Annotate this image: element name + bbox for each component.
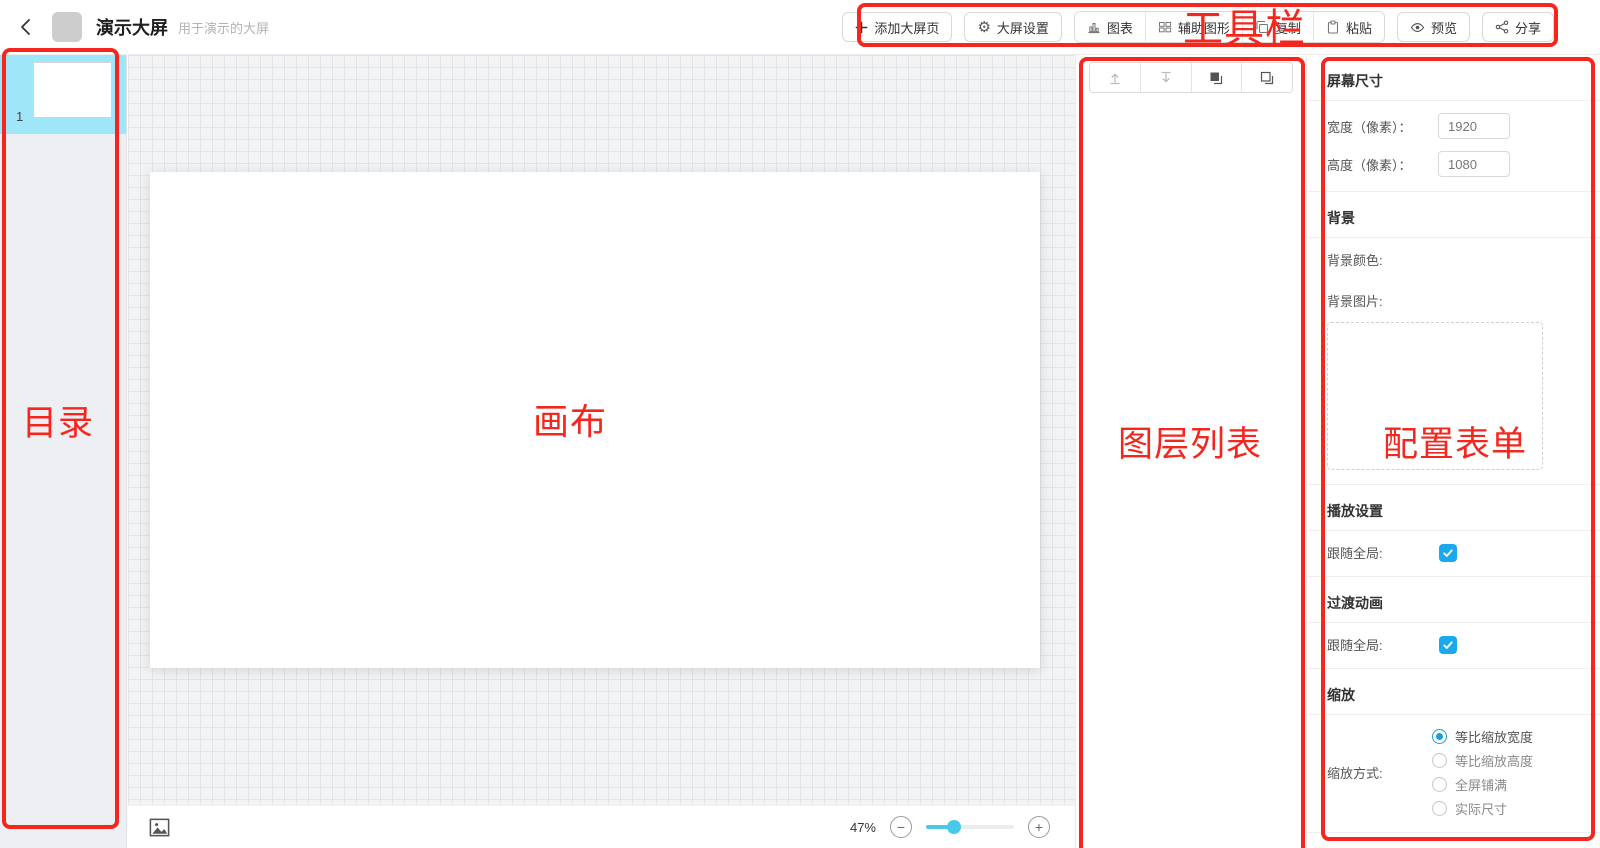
page-list-item-selected[interactable]: 1 [0,55,126,134]
add-page-button[interactable]: 添加大屏页 [842,12,952,42]
section-screen-size: 屏幕尺寸 宽度（像素）： 高度（像素）： [1307,55,1600,192]
move-to-top-icon [1107,70,1123,86]
layer-list-panel [1075,55,1307,848]
section-transition: 过渡动画 跟随全局: [1307,577,1600,669]
back-arrow-icon [16,17,36,37]
play-follow-global-label: 跟随全局: [1327,543,1432,562]
radio-icon [1432,753,1447,768]
plus-icon [855,21,868,34]
canvas-workspace[interactable] [128,55,1075,805]
zoom-percent: 47% [850,820,876,835]
background-image-upload-area[interactable] [1327,322,1543,470]
config-form-panel: 屏幕尺寸 宽度（像素）： 高度（像素）： 背景 背景颜色: 背景图片: [1307,55,1600,848]
insert-clipboard-group: 图表 辅助图形 复制 [1074,11,1385,43]
share-icon [1495,20,1509,34]
transition-follow-global-label: 跟随全局: [1327,635,1432,654]
page-title: 演示大屏 [96,14,168,40]
move-to-bottom-button[interactable] [1140,63,1191,92]
height-input[interactable] [1438,151,1510,177]
zoom-controls: 47% − + [850,816,1050,838]
toolbar: 添加大屏页 ⚙ 大屏设置 图表 辅助图形 [842,11,1554,43]
paste-button[interactable]: 粘贴 [1313,12,1384,42]
page-number: 1 [16,109,23,124]
canvas-stage[interactable] [150,172,1040,668]
send-backward-button[interactable] [1241,63,1292,92]
section-title-background: 背景 [1307,192,1600,238]
back-button[interactable] [16,17,36,37]
section-title-transition: 过渡动画 [1307,577,1600,623]
bar-chart-icon [1087,20,1101,34]
zoom-slider-handle[interactable] [947,820,961,834]
preview-button[interactable]: 预览 [1397,12,1470,42]
image-icon [148,816,171,839]
share-button[interactable]: 分享 [1482,12,1554,42]
radio-option-fit-height[interactable]: 等比缩放高度 [1432,751,1533,770]
section-play-settings: 播放设置 跟随全局: [1307,485,1600,577]
check-icon [1442,639,1454,651]
bring-forward-button[interactable] [1191,63,1242,92]
layer-actions-toolbar [1089,62,1293,93]
radio-option-fullscreen-fill[interactable]: 全屏铺满 [1432,775,1533,794]
play-follow-global-checkbox[interactable] [1439,544,1457,562]
insert-chart-button[interactable]: 图表 [1075,12,1145,42]
insert-aux-shape-button[interactable]: 辅助图形 [1145,12,1242,42]
bring-forward-icon [1208,70,1224,86]
move-to-top-button[interactable] [1090,63,1140,92]
canvas-statusbar: 47% − + [128,805,1075,848]
radio-selected-icon [1432,729,1447,744]
width-input[interactable] [1438,113,1510,139]
screen-settings-button[interactable]: ⚙ 大屏设置 [964,12,1061,42]
move-to-bottom-icon [1158,70,1174,86]
transition-follow-global-checkbox[interactable] [1439,636,1457,654]
shapes-grid-icon [1158,20,1172,34]
clipboard-icon [1326,20,1340,34]
radio-icon [1432,801,1447,816]
gear-icon: ⚙ [977,20,990,35]
plus-icon: + [1035,820,1043,834]
minimap-toggle-button[interactable] [148,816,171,839]
check-icon [1442,547,1454,559]
section-title-scale: 缩放 [1307,669,1600,715]
send-backward-icon [1259,70,1275,86]
section-background: 背景 背景颜色: 背景图片: [1307,192,1600,485]
scale-mode-label: 缩放方式: [1327,763,1432,782]
section-title-play: 播放设置 [1307,485,1600,531]
page-catalog-sidebar: 1 [0,55,127,848]
background-color-label: 背景颜色: [1327,250,1432,269]
section-title-screen-size: 屏幕尺寸 [1307,55,1600,101]
app-logo [52,12,82,42]
minus-icon: − [897,820,905,834]
radio-option-actual-size[interactable]: 实际尺寸 [1432,799,1533,818]
radio-icon [1432,777,1447,792]
height-label: 高度（像素）： [1327,155,1432,174]
copy-button[interactable]: 复制 [1242,12,1313,42]
screen-editor-app: 演示大屏 用于演示的大屏 添加大屏页 ⚙ 大屏设置 图表 [0,0,1600,848]
section-scale: 缩放 缩放方式: 等比缩放宽度 等比缩放高度 [1307,669,1600,833]
zoom-in-button[interactable]: + [1028,816,1050,838]
width-label: 宽度（像素）： [1327,117,1432,136]
header-bar: 演示大屏 用于演示的大屏 添加大屏页 ⚙ 大屏设置 图表 [0,0,1600,55]
copy-icon [1255,20,1269,34]
scale-mode-radio-group: 等比缩放宽度 等比缩放高度 全屏铺满 实际尺寸 [1432,727,1533,818]
page-subtitle: 用于演示的大屏 [178,18,269,37]
page-thumbnail [33,62,112,118]
radio-option-fit-width[interactable]: 等比缩放宽度 [1432,727,1533,746]
eye-icon [1410,20,1425,35]
background-image-label: 背景图片: [1327,291,1432,310]
zoom-out-button[interactable]: − [890,816,912,838]
zoom-slider[interactable] [926,825,1014,829]
